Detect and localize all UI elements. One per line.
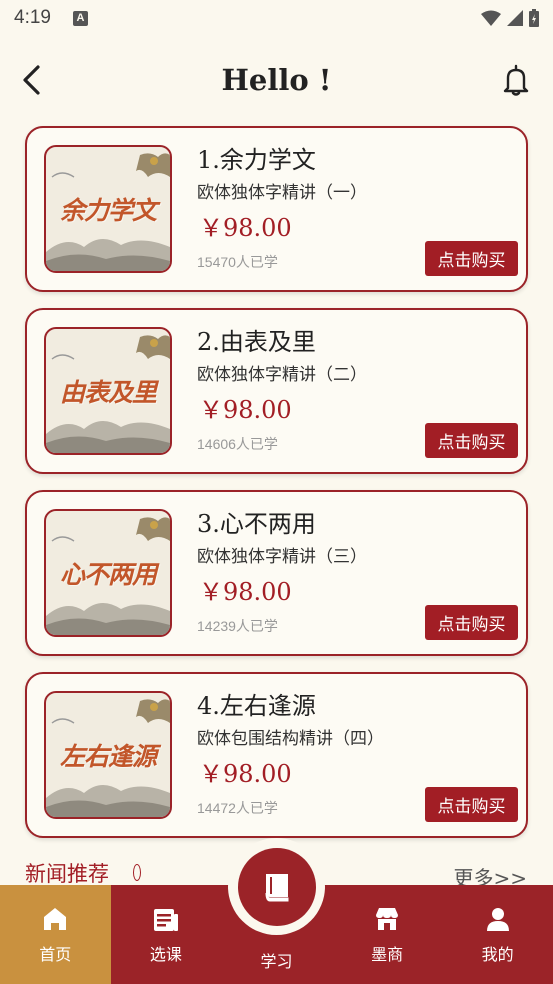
buy-button[interactable]: 点击购买	[425, 423, 518, 458]
user-icon	[486, 907, 509, 931]
learner-count: 14606人已学	[197, 436, 278, 452]
course-price: ￥98.00	[199, 578, 292, 606]
decorative-dot-icon	[133, 864, 141, 881]
nav-label: 学习	[260, 951, 293, 971]
thumbnail-calligraphy: 左右逢源	[59, 742, 157, 771]
course-title: 2.由表及里	[197, 328, 316, 356]
back-arrow-icon	[23, 65, 40, 95]
course-list-icon	[153, 908, 178, 931]
status-time: 4:19	[14, 7, 51, 28]
course-thumbnail: 由表及里	[44, 327, 172, 455]
nav-item-profile[interactable]: 我的	[442, 885, 553, 984]
course-card[interactable]: 余力学文 1.余力学文 欧体独体字精讲（一） ￥98.00 15470人已学 点…	[25, 126, 528, 292]
buy-button[interactable]: 点击购买	[425, 605, 518, 640]
course-subtitle: 欧体包围结构精讲（四）	[197, 729, 384, 749]
back-button[interactable]	[14, 62, 48, 98]
notifications-button[interactable]	[499, 62, 533, 98]
news-section-title: 新闻推荐	[25, 862, 109, 886]
nav-label: 我的	[481, 944, 514, 964]
course-price: ￥98.00	[199, 760, 292, 788]
bell-icon	[503, 64, 529, 96]
course-subtitle: 欧体独体字精讲（一）	[197, 183, 367, 203]
nav-item-courses[interactable]: 选课	[111, 885, 222, 984]
course-title: 4.左右逢源	[197, 692, 316, 720]
thumbnail-calligraphy: 心不两用	[59, 560, 157, 589]
learner-count: 15470人已学	[197, 254, 278, 270]
course-price: ￥98.00	[199, 396, 292, 424]
study-fab[interactable]	[228, 838, 325, 935]
wifi-icon	[481, 10, 501, 26]
nav-label: 首页	[39, 944, 72, 964]
home-icon	[44, 907, 67, 930]
course-card[interactable]: 心不两用 3.心不两用 欧体独体字精讲（三） ￥98.00 14239人已学 点…	[25, 490, 528, 656]
buy-button[interactable]: 点击购买	[425, 787, 518, 822]
study-fab-inner	[237, 847, 316, 926]
course-subtitle: 欧体独体字精讲（二）	[197, 365, 367, 385]
buy-button[interactable]: 点击购买	[425, 241, 518, 276]
course-title: 1.余力学文	[197, 146, 316, 174]
page-title: Hello !	[221, 63, 332, 97]
nav-label: 墨商	[371, 944, 404, 964]
nav-item-home[interactable]: 首页	[0, 885, 111, 984]
notification-a-icon: A	[72, 10, 88, 26]
course-list: 余力学文 1.余力学文 欧体独体字精讲（一） ￥98.00 15470人已学 点…	[25, 126, 528, 854]
thumbnail-calligraphy: 余力学文	[59, 196, 157, 225]
course-title: 3.心不两用	[197, 510, 316, 538]
app-header: Hello !	[0, 52, 553, 108]
nav-item-store[interactable]: 墨商	[332, 885, 443, 984]
course-thumbnail: 余力学文	[44, 145, 172, 273]
thumbnail-calligraphy: 由表及里	[59, 378, 157, 407]
signal-icon	[507, 10, 523, 26]
course-thumbnail: 左右逢源	[44, 691, 172, 819]
store-icon	[376, 907, 399, 930]
learner-count: 14239人已学	[197, 618, 278, 634]
learner-count: 14472人已学	[197, 800, 278, 816]
nav-label: 选课	[149, 944, 182, 964]
course-subtitle: 欧体独体字精讲（三）	[197, 547, 367, 567]
course-thumbnail: 心不两用	[44, 509, 172, 637]
course-price: ￥98.00	[199, 214, 292, 242]
status-indicators	[481, 9, 539, 27]
course-card[interactable]: 由表及里 2.由表及里 欧体独体字精讲（二） ￥98.00 14606人已学 点…	[25, 308, 528, 474]
battery-icon	[529, 9, 539, 27]
course-card[interactable]: 左右逢源 4.左右逢源 欧体包围结构精讲（四） ￥98.00 14472人已学 …	[25, 672, 528, 838]
status-bar: 4:19 A	[0, 0, 553, 36]
book-icon	[265, 873, 288, 901]
